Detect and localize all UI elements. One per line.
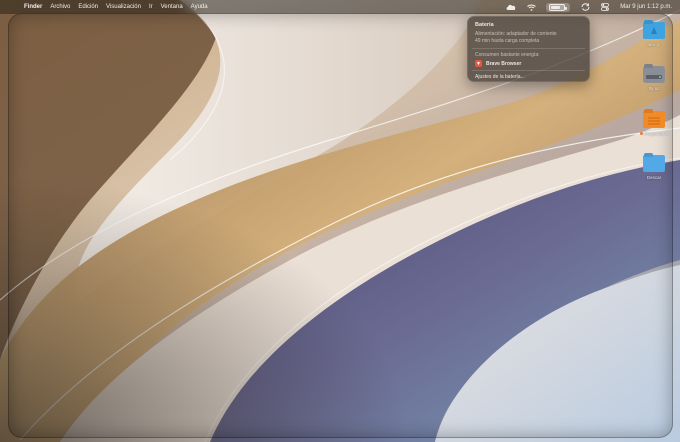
time-to-full-text: 49 min hasta carga completa xyxy=(475,38,540,44)
desktop-item-descargas[interactable]: Descar xyxy=(636,155,672,180)
menu-ayuda[interactable]: Ayuda xyxy=(191,4,208,10)
menu-app-name[interactable]: Finder xyxy=(24,4,42,10)
battery-status[interactable] xyxy=(546,2,571,12)
battery-icon xyxy=(549,3,568,11)
cloud-icon[interactable] xyxy=(506,3,516,11)
battery-settings-link[interactable]: Ajustes de la batería... xyxy=(475,74,582,80)
desktop-item-label: Descar xyxy=(646,175,662,180)
desktop-item-label: dev ☺ xyxy=(647,42,661,47)
drive-icon xyxy=(643,66,665,83)
menu-edicion[interactable]: Edición xyxy=(78,4,98,10)
desktop-item-proyectos[interactable]: Proyectos 3 xyxy=(636,111,672,136)
menu-archivo[interactable]: Archivo xyxy=(50,4,70,10)
energy-app-name: Brave Browser xyxy=(486,60,522,67)
wifi-icon[interactable] xyxy=(526,3,536,11)
orange-tag-icon xyxy=(640,132,644,136)
control-center-icon[interactable] xyxy=(600,3,610,11)
desktop-item-label: Proyectos 3 xyxy=(640,131,668,136)
desktop-item-label: tty sc xyxy=(648,86,660,91)
sync-icon[interactable] xyxy=(580,3,590,11)
desktop-item-dev[interactable]: dev ☺ xyxy=(636,22,672,47)
menu-bar: Finder Archivo Edición Visualización Ir … xyxy=(0,0,680,14)
menu-ir[interactable]: Ir xyxy=(149,4,153,10)
popup-divider-2 xyxy=(472,70,585,71)
popup-divider xyxy=(472,48,585,49)
energy-app-row[interactable]: ▼ Brave Browser xyxy=(475,60,582,67)
desktop-item-drive[interactable]: tty sc xyxy=(636,66,672,91)
folder-icon xyxy=(643,111,665,128)
folder-icon xyxy=(643,155,665,172)
menu-visualizacion[interactable]: Visualización xyxy=(106,4,141,10)
folder-icon xyxy=(643,22,665,39)
menu-clock[interactable]: Mar 9 jun 1:12 p.m. xyxy=(620,4,672,10)
popup-title: Batería xyxy=(475,22,494,28)
battery-popup: Batería Alimentación: adaptador de corri… xyxy=(467,16,590,82)
desktop-item-label-text: Proyectos 3 xyxy=(644,131,668,136)
brave-icon: ▼ xyxy=(475,60,482,67)
power-source-text: Alimentación: adaptador de corriente xyxy=(475,31,557,37)
menu-ventana[interactable]: Ventana xyxy=(161,4,183,10)
energy-heading: Consumen bastante energía: xyxy=(475,52,540,58)
